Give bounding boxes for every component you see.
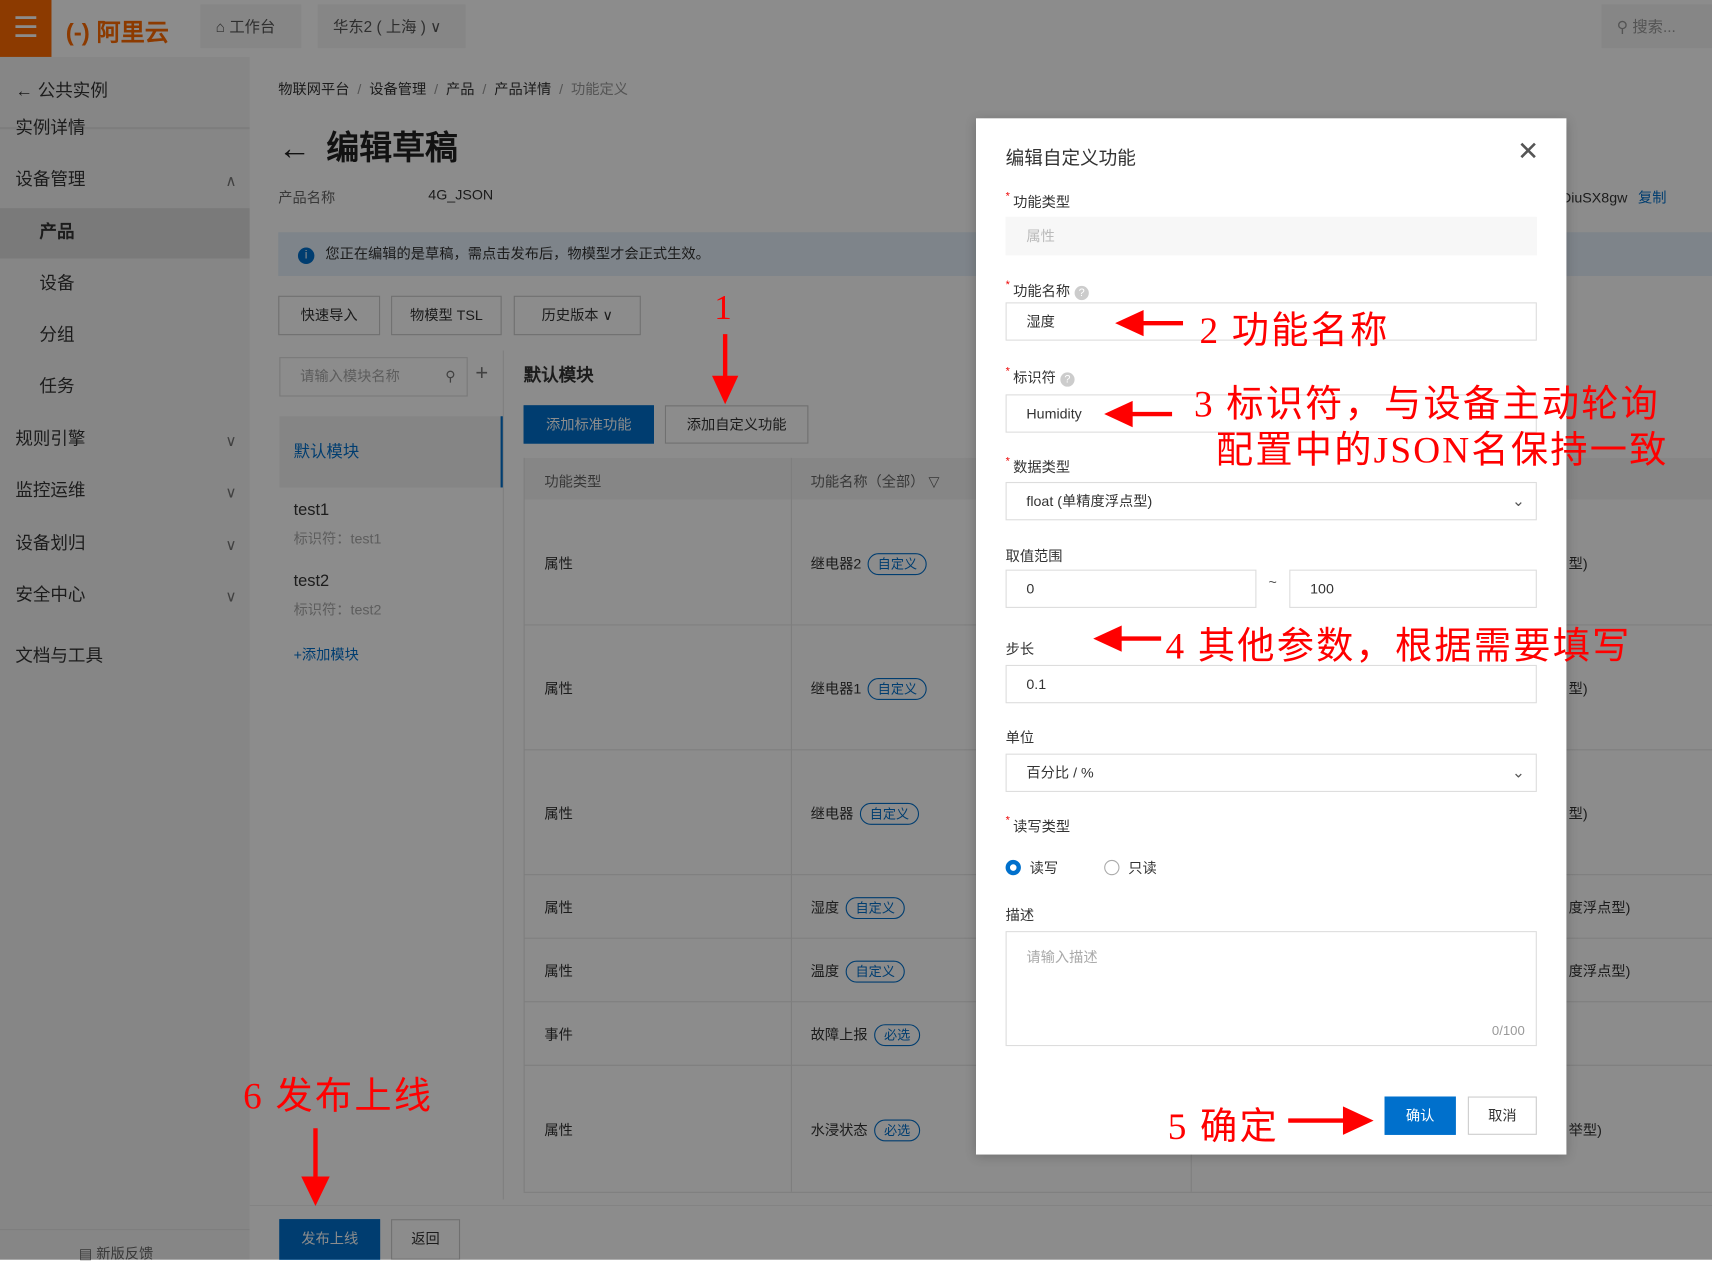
annotation-step-6: 6 发布上线 <box>243 1076 434 1118</box>
annotation-step-5: 5 确定 <box>1167 1107 1279 1148</box>
range-label: 取值范围 <box>1005 547 1063 565</box>
range-max-input[interactable]: 100 <box>1289 569 1537 608</box>
confirm-button[interactable]: 确认 <box>1384 1096 1456 1135</box>
unit-select[interactable]: 百分比 / % ⌄ <box>1005 753 1537 792</box>
func-type-label: 功能类型 <box>1013 193 1071 211</box>
identifier-label: 标识符 <box>1013 369 1056 386</box>
cancel-button[interactable]: 取消 <box>1467 1096 1537 1135</box>
annotation-step-2: 2 功能名称 <box>1199 311 1390 352</box>
desc-textarea[interactable]: 请输入描述 0/100 <box>1005 931 1537 1047</box>
func-name-label: 功能名称 <box>1013 282 1071 300</box>
radio-read-only[interactable]: 只读 <box>1104 857 1157 878</box>
annotation-arrow-left <box>1104 400 1173 428</box>
range-separator: ~ <box>1268 573 1277 591</box>
func-type-field: 属性 <box>1005 216 1537 256</box>
help-icon[interactable]: ? <box>1074 285 1089 301</box>
rw-type-label: 读写类型 <box>1013 818 1071 835</box>
step-input[interactable]: 0.1 <box>1005 664 1537 704</box>
annotation-arrow-down <box>301 1128 330 1207</box>
chevron-down-icon: ⌄ <box>1511 491 1525 510</box>
range-min-input[interactable]: 0 <box>1005 569 1257 608</box>
annotation-arrow-left <box>1115 309 1184 337</box>
dialog-title: 编辑自定义功能 <box>1005 147 1136 169</box>
help-icon[interactable]: ? <box>1060 372 1075 387</box>
annotation-step-1: 1 <box>714 286 734 327</box>
annotation-arrow-left <box>1093 625 1162 652</box>
annotation-arrow-down <box>712 334 739 405</box>
unit-label: 单位 <box>1005 729 1035 746</box>
radio-checked-icon <box>1005 859 1021 876</box>
radio-read-write[interactable]: 读写 <box>1005 857 1058 878</box>
radio-unchecked-icon <box>1104 859 1120 876</box>
annotation-arrow-right <box>1288 1106 1374 1135</box>
step-label: 步长 <box>1005 640 1035 658</box>
data-type-select[interactable]: float (单精度浮点型) ⌄ <box>1005 481 1537 521</box>
data-type-label: 数据类型 <box>1013 458 1071 476</box>
annotation-step-3-line2: 配置中的JSON名保持一致 <box>1215 430 1669 472</box>
annotation-step-4: 4 其他参数，根据需要填写 <box>1165 626 1632 668</box>
chevron-down-icon: ⌄ <box>1511 763 1525 782</box>
close-icon[interactable]: ✕ <box>1517 136 1539 168</box>
desc-counter: 0/100 <box>1491 1023 1525 1039</box>
desc-label: 描述 <box>1005 906 1035 924</box>
